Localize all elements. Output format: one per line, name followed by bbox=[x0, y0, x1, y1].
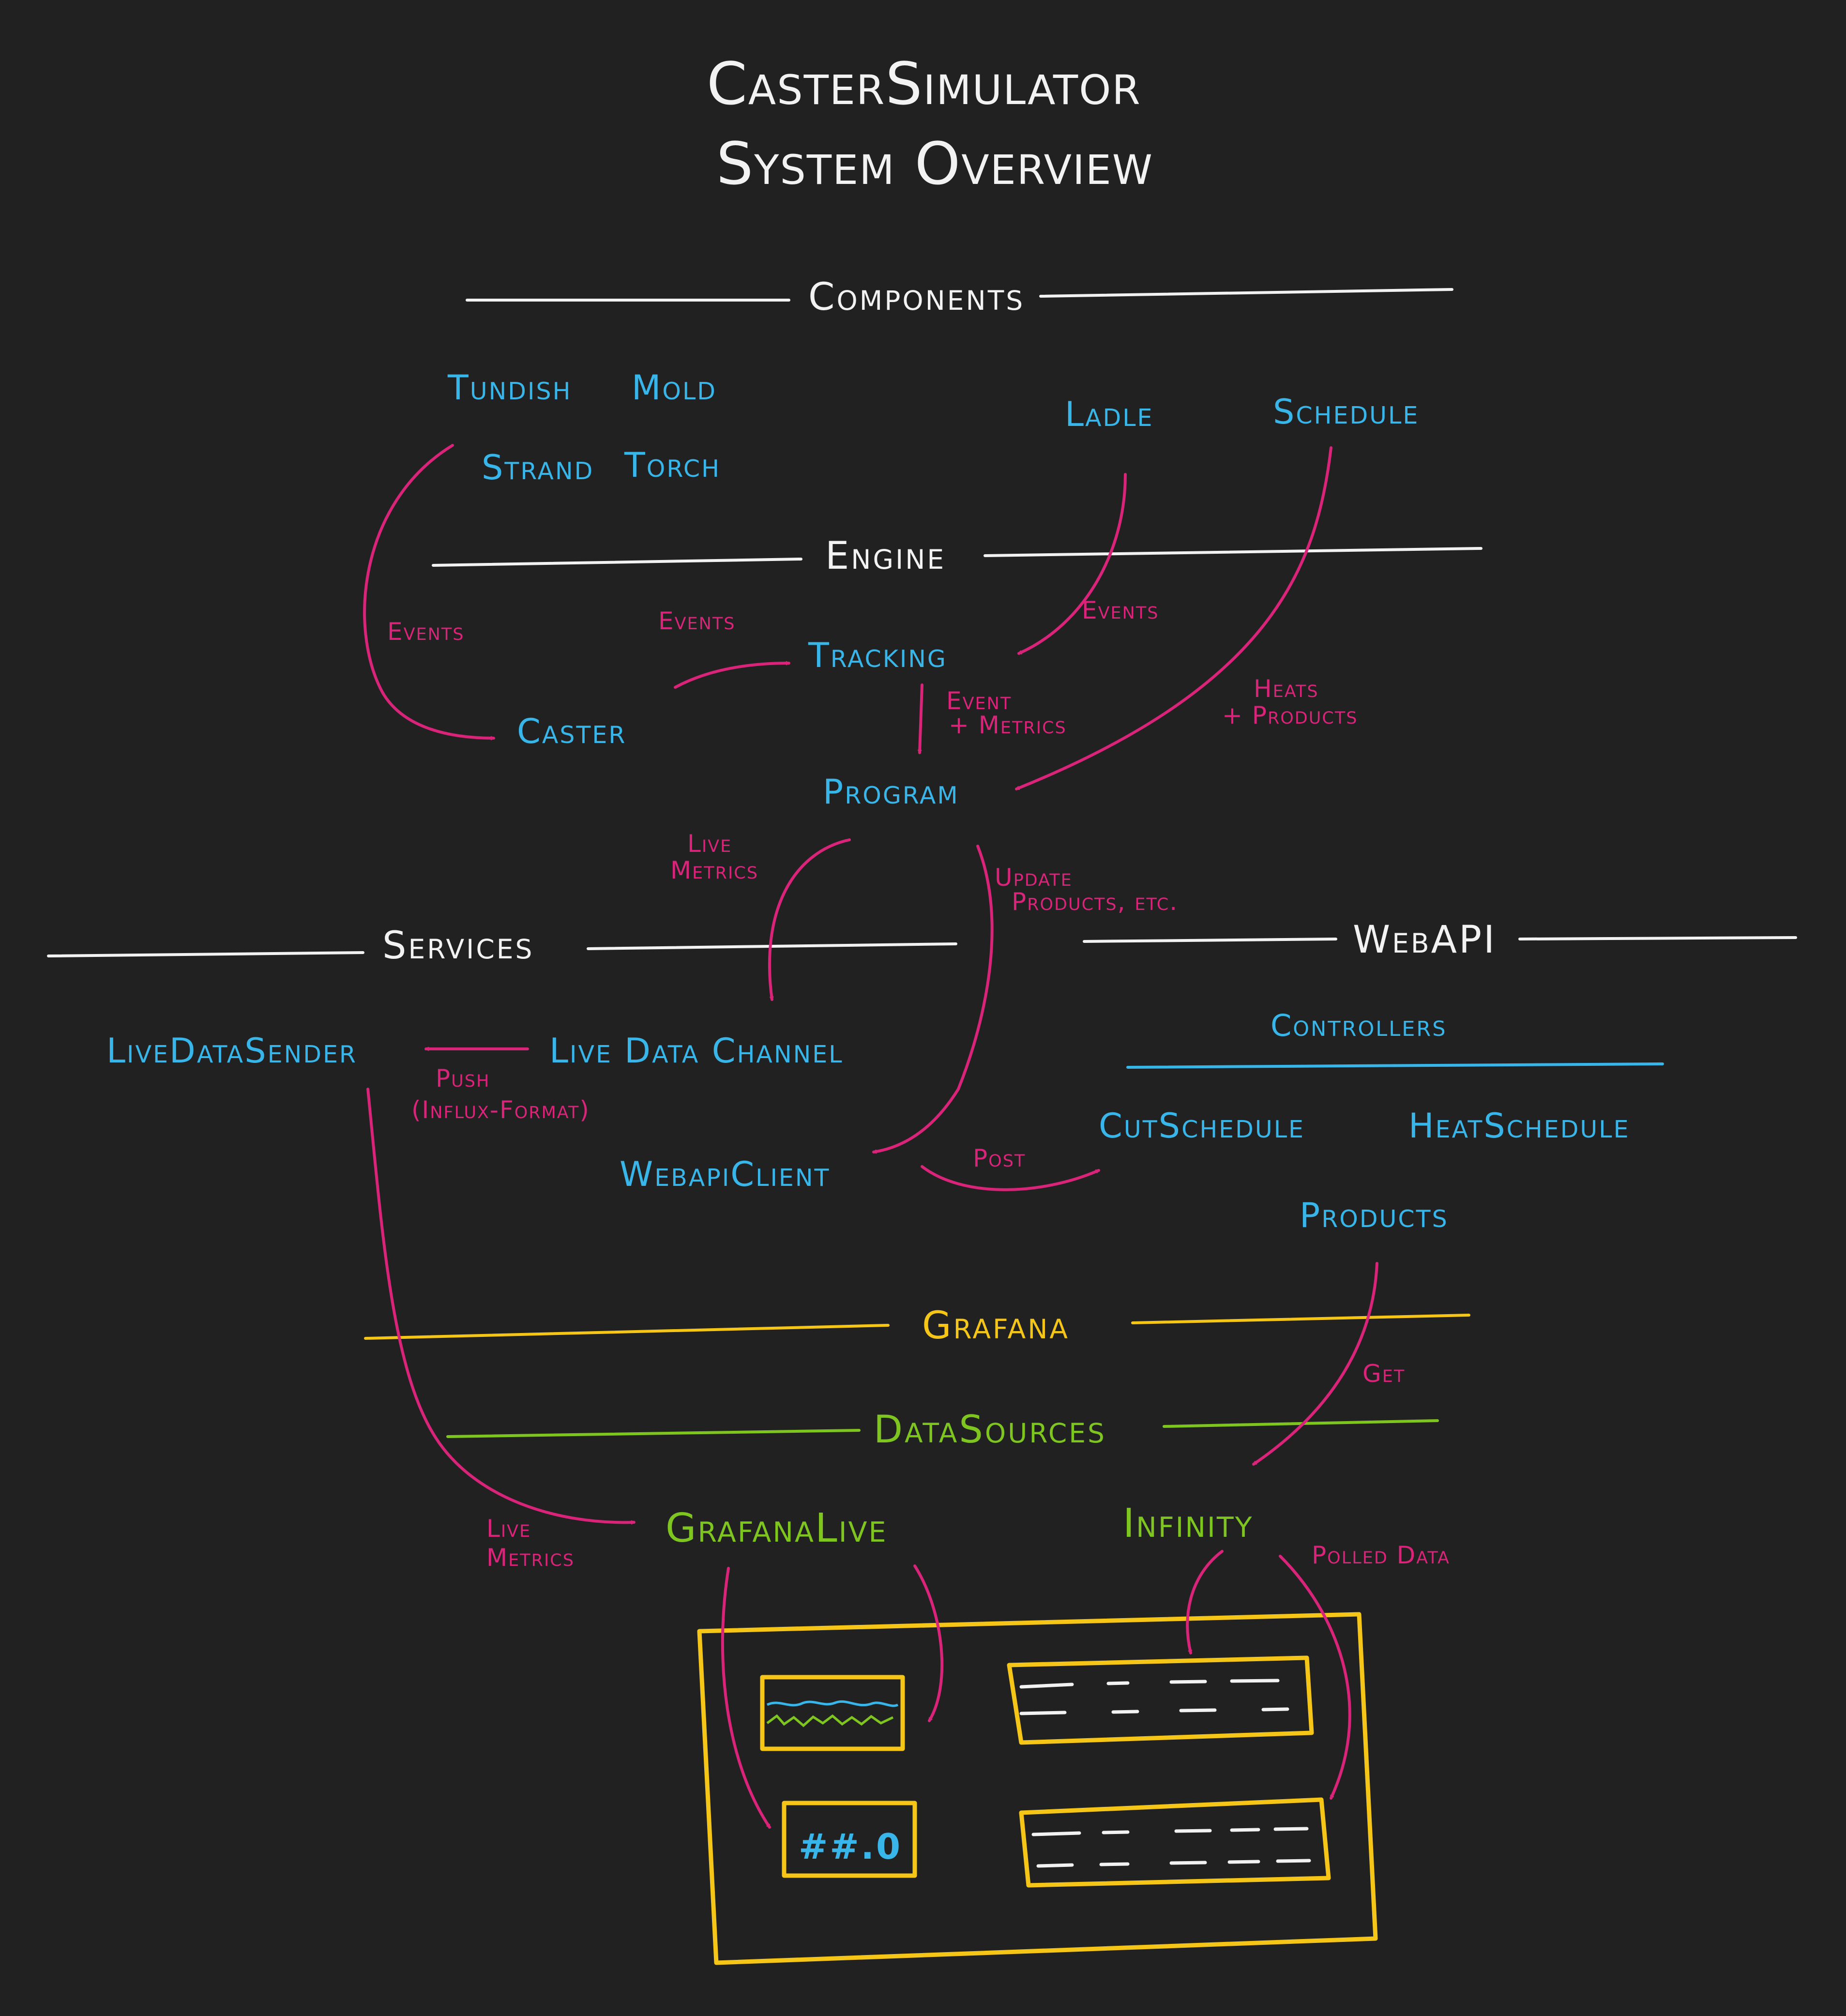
arrow-tracking-to-program bbox=[917, 683, 923, 754]
dashboard-mockup: ##.0 bbox=[697, 1612, 1378, 1965]
component-torch: Torch bbox=[624, 445, 721, 485]
arrow-infinity-to-table-top bbox=[1186, 1550, 1224, 1654]
label-live-metrics-bottom-1: Live bbox=[486, 1515, 531, 1543]
arrow-tundish-to-caster bbox=[363, 444, 495, 741]
engine-caster: Caster bbox=[517, 712, 626, 751]
engine-tracking: Tracking bbox=[808, 636, 947, 675]
arrow-products-to-infinity bbox=[1252, 1262, 1378, 1466]
table-top-rows bbox=[1019, 1679, 1289, 1715]
label-live-metrics-bottom-2: Metrics bbox=[486, 1544, 575, 1572]
section-services: Services bbox=[382, 924, 534, 968]
label-event-metrics-2: + Metrics bbox=[949, 711, 1067, 739]
datasource-infinity: Infinity bbox=[1123, 1501, 1254, 1546]
label-live-metrics-top-2: Metrics bbox=[670, 856, 758, 884]
component-tundish: Tundish bbox=[447, 368, 572, 408]
section-engine: Engine bbox=[825, 534, 946, 578]
diagram-canvas: CasterSimulator System Overview Componen… bbox=[47, 51, 1797, 1965]
component-strand: Strand bbox=[482, 448, 594, 487]
title-line-2: System Overview bbox=[716, 131, 1153, 198]
component-ladle: Ladle bbox=[1065, 394, 1154, 434]
service-live-data-channel: Live Data Channel bbox=[549, 1031, 844, 1071]
timeseries-line-blue bbox=[766, 1700, 899, 1707]
arrow-program-to-livedatachannel bbox=[768, 838, 851, 1001]
arrow-caster-to-tracking bbox=[674, 661, 790, 689]
arrow-ladle-to-tracking bbox=[1017, 473, 1127, 655]
label-post: Post bbox=[973, 1144, 1026, 1172]
label-events-mid: Events bbox=[658, 607, 735, 635]
label-events-left: Events bbox=[387, 618, 464, 646]
panel-table-top bbox=[1007, 1655, 1314, 1745]
section-components: Components bbox=[808, 275, 1025, 319]
service-live-data-sender: LiveDataSender bbox=[106, 1031, 357, 1071]
title-line-1: CasterSimulator bbox=[707, 51, 1141, 118]
controllers-underline bbox=[1126, 1062, 1664, 1069]
datasource-grafana-live: GrafanaLive bbox=[666, 1505, 888, 1551]
section-grafana: Grafana bbox=[922, 1304, 1070, 1348]
label-update-products-2: Products, etc. bbox=[1012, 888, 1178, 916]
label-get: Get bbox=[1362, 1360, 1405, 1388]
controller-products: Products bbox=[1300, 1196, 1449, 1235]
engine-divider bbox=[432, 547, 1483, 567]
section-webapi: WebAPI bbox=[1353, 918, 1497, 962]
service-webapi-client: WebapiClient bbox=[620, 1154, 830, 1194]
table-bottom-rows bbox=[1031, 1827, 1311, 1868]
arrow-grafanalive-to-timeseries bbox=[913, 1564, 944, 1722]
label-events-right: Events bbox=[1082, 596, 1159, 624]
panel-timeseries bbox=[760, 1675, 905, 1751]
stat-value: ##.0 bbox=[799, 1826, 902, 1867]
section-datasources: DataSources bbox=[874, 1408, 1106, 1452]
arrow-sender-to-grafanalive bbox=[366, 1088, 636, 1525]
controller-heat-schedule: HeatSchedule bbox=[1408, 1106, 1630, 1146]
panel-table-bottom bbox=[1019, 1797, 1331, 1888]
engine-program: Program bbox=[823, 772, 959, 812]
component-schedule: Schedule bbox=[1273, 392, 1419, 432]
label-push-1: Push bbox=[436, 1064, 490, 1092]
arrow-infinity-to-table-bottom bbox=[1279, 1555, 1351, 1800]
label-heats-products-1: Heats bbox=[1254, 675, 1319, 703]
arrow-program-to-webapiclient bbox=[872, 845, 994, 1154]
label-heats-products-2: + Products bbox=[1222, 701, 1358, 729]
webapi-controllers: Controllers bbox=[1271, 1008, 1447, 1043]
label-polled-data: Polled Data bbox=[1312, 1541, 1450, 1569]
grafana-divider bbox=[364, 1314, 1470, 1340]
timeseries-line-green bbox=[766, 1714, 894, 1728]
component-mold: Mold bbox=[632, 368, 717, 408]
label-live-metrics-top-1: Live bbox=[687, 830, 732, 858]
label-push-2: (Influx-Format) bbox=[411, 1096, 590, 1124]
controller-cut-schedule: CutSchedule bbox=[1099, 1106, 1305, 1146]
